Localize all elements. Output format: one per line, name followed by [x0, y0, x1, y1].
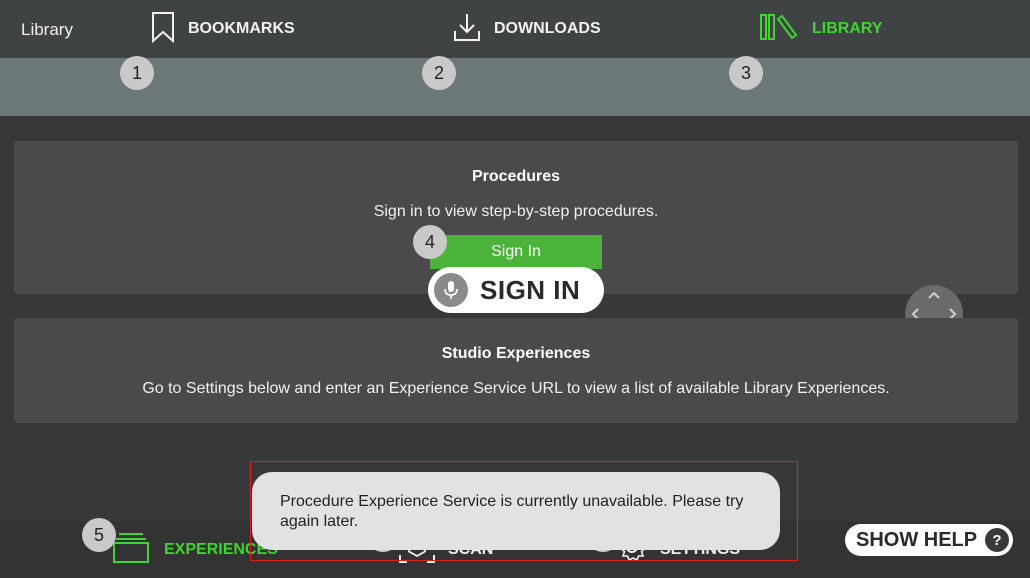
- help-badge-1: 1: [120, 56, 154, 90]
- show-help-label: SHOW HELP: [856, 528, 978, 551]
- studio-experiences-title: Studio Experiences: [441, 345, 591, 362]
- tab-library[interactable]: LIBRARY: [758, 0, 883, 58]
- help-badge-4: 4: [413, 225, 447, 259]
- voice-command-label: SIGN IN: [480, 274, 581, 305]
- top-tab-bar: [0, 58, 1030, 116]
- help-icon: ?: [985, 528, 1009, 552]
- studio-experiences-card: Studio Experiences Go to Settings below …: [14, 318, 1018, 423]
- tab-bookmarks[interactable]: BOOKMARKS: [150, 0, 295, 58]
- help-badge-2: 2: [422, 56, 456, 90]
- help-badge-5: 5: [82, 518, 116, 552]
- procedures-text: Sign in to view step-by-step procedures.: [373, 203, 659, 220]
- download-icon: [452, 11, 482, 48]
- tab-downloads-label: DOWNLOADS: [494, 20, 601, 37]
- help-badge-3: 3: [729, 56, 763, 90]
- sign-in-button[interactable]: Sign In: [430, 235, 602, 269]
- voice-command-sign-in[interactable]: SIGN IN: [428, 267, 604, 313]
- show-help-button[interactable]: SHOW HELP ?: [845, 524, 1013, 556]
- studio-experiences-text: Go to Settings below and enter an Experi…: [142, 380, 890, 397]
- microphone-icon: [434, 273, 468, 307]
- page-title: Library: [21, 20, 73, 39]
- tab-bookmarks-label: BOOKMARKS: [188, 20, 295, 37]
- tab-downloads[interactable]: DOWNLOADS: [452, 0, 601, 58]
- experiences-icon: [112, 530, 150, 569]
- procedures-title: Procedures: [471, 168, 561, 185]
- bookmark-icon: [150, 11, 176, 48]
- library-books-icon: [758, 11, 800, 48]
- toast-highlight-box: [250, 461, 798, 561]
- tab-library-label: LIBRARY: [812, 20, 883, 37]
